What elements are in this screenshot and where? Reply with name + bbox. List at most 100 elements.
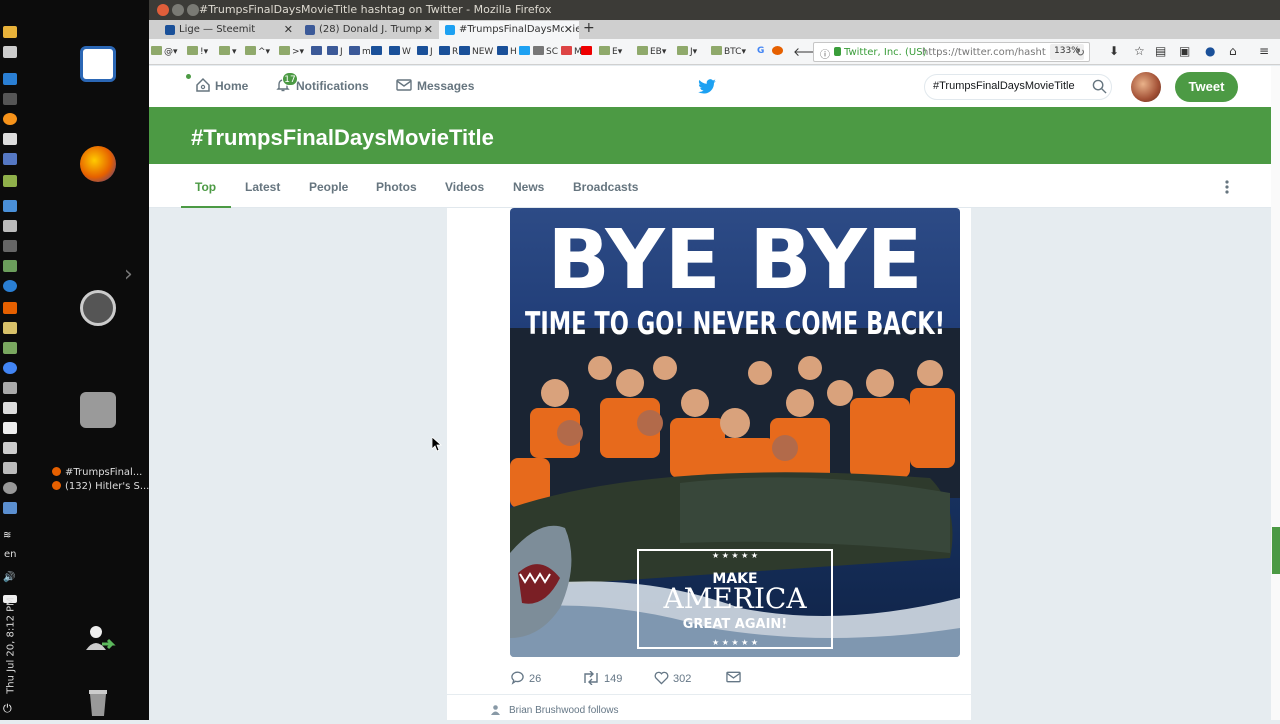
home-icon[interactable]: ⌂ [1229,44,1237,58]
ubuntu-icon[interactable] [80,290,116,326]
app-icon[interactable] [3,322,17,334]
new-tab-button[interactable]: + [583,20,595,36]
bookmark-item[interactable]: J [417,46,433,57]
nav-home[interactable]: Home [195,77,248,93]
tab-videos[interactable]: Videos [445,180,484,194]
bookmark-folder[interactable]: BTC▾ [711,46,746,57]
search-icon[interactable] [1092,79,1107,94]
app-icon[interactable] [3,482,17,494]
bitcoin-icon[interactable] [3,113,17,125]
tab-photos[interactable]: Photos [376,180,417,194]
reply-action[interactable]: 26 [510,671,541,685]
taskbar-window[interactable]: (132) Hitler's S... [52,481,149,492]
bookmark-item[interactable] [371,46,384,57]
clock[interactable]: Thu Jul 20, 8:12 PM [6,591,17,701]
bookmark-item[interactable] [519,46,532,57]
youtube-icon[interactable]: ▣ [1179,44,1190,58]
bookmark-item[interactable]: NEW [459,46,493,57]
bookmark-folder[interactable]: >▾ [279,46,304,57]
user-icon[interactable] [80,622,116,658]
tweet-button[interactable]: Tweet [1175,72,1238,102]
app-icon[interactable] [3,200,17,212]
bookmark-item[interactable]: J [327,46,343,57]
info-icon[interactable]: ⓘ [820,46,830,61]
menu-icon[interactable]: ≡ [1259,44,1269,58]
bookmark-folder[interactable]: @▾ [151,46,178,57]
app-icon[interactable] [3,302,17,314]
tab-twitter[interactable]: #TrumpsFinalDaysMovieTitle ✕ [439,21,579,39]
tab-facebook[interactable]: (28) Donald J. Trump - ✕ [299,21,439,39]
bookmark-folder[interactable]: ▾ [219,46,237,57]
reload-icon[interactable]: ↻ [1076,46,1085,59]
app-icon[interactable] [3,382,17,394]
volume-icon[interactable]: 🔊 [3,572,17,584]
writer-launcher-icon[interactable] [80,46,116,82]
app-icon[interactable] [3,280,17,292]
power-icon[interactable]: ⏻ [3,702,17,715]
files-launcher-icon[interactable] [80,392,116,428]
bookmark-item[interactable]: M [561,46,582,57]
tweet-media-image[interactable]: BYE BYE TIME TO GO! NEVER COME BACK! ★ ★… [510,208,960,657]
tab-people[interactable]: People [309,180,348,194]
bookmark-folder[interactable]: EB▾ [637,46,666,57]
bookmark-folder[interactable]: J▾ [677,46,697,57]
more-options-icon[interactable] [1224,179,1230,195]
app-icon[interactable] [3,73,17,85]
like-action[interactable]: 302 [654,671,691,685]
close-icon[interactable]: ✕ [424,23,433,36]
app-icon[interactable] [3,175,17,187]
bookmark-folder[interactable]: E▾ [599,46,622,57]
twitter-bird-icon[interactable] [697,79,717,95]
trash-icon[interactable] [80,684,116,720]
bookmark-item[interactable]: W [389,46,411,57]
tab-latest[interactable]: Latest [245,180,280,194]
taskbar-window[interactable]: #TrumpsFinal... [52,467,142,478]
minimize-window-button[interactable] [172,4,184,16]
page-scrollbar[interactable] [1271,66,1280,720]
app-icon[interactable] [3,462,17,474]
firefox-launcher-icon[interactable] [80,146,116,182]
avatar[interactable] [1131,72,1161,102]
chevron-right-icon[interactable]: › [124,262,133,287]
bookmark-item[interactable]: R [439,46,458,57]
wifi-icon[interactable]: ≋ [3,530,17,542]
tab-top[interactable]: Top [195,180,216,194]
close-icon[interactable]: ✕ [284,23,293,36]
bookmark-folder[interactable]: ^▾ [245,46,270,57]
app-icon[interactable] [3,342,17,354]
maximize-window-button[interactable] [187,4,199,16]
library-icon[interactable]: ▤ [1155,44,1166,58]
bookmark-item[interactable]: G [757,46,764,56]
nav-messages[interactable]: Messages [396,79,474,93]
direct-message-action[interactable] [726,671,745,683]
tab-steemit[interactable]: Lige — Steemit ✕ [159,21,299,39]
app-icon[interactable] [3,153,17,165]
tab-news[interactable]: News [513,180,544,194]
download-icon[interactable]: ⬇ [1109,44,1119,58]
bookmark-item[interactable] [581,46,594,57]
search-input[interactable]: #TrumpsFinalDaysMovieTitle [924,74,1112,100]
app-icon[interactable] [3,240,17,252]
app-icon[interactable] [3,422,17,434]
extension-icon[interactable]: ● [1205,44,1215,58]
chrome-icon[interactable] [3,362,17,374]
bookmark-item[interactable] [772,46,785,57]
app-icon[interactable] [3,133,17,145]
app-icon[interactable] [3,93,17,105]
app-icon[interactable] [3,260,17,272]
close-icon[interactable]: ✕ [563,23,573,36]
bookmark-item[interactable]: SC [533,46,558,57]
keyboard-layout[interactable]: en [4,549,17,560]
bookmark-item[interactable]: m [349,46,371,57]
bookmark-item[interactable] [311,46,324,57]
close-window-button[interactable] [157,4,169,16]
url-bar[interactable]: ⓘ Twitter, Inc. (US) https://twitter.com… [813,42,1090,62]
app-icon[interactable] [3,502,17,514]
app-icon[interactable] [3,220,17,232]
bookmark-item[interactable]: H [497,46,517,57]
bookmark-folder[interactable]: !▾ [187,46,208,57]
app-icon[interactable] [3,442,17,454]
retweet-action[interactable]: 149 [582,670,622,686]
app-icon[interactable] [3,26,17,38]
app-icon[interactable] [3,402,17,414]
